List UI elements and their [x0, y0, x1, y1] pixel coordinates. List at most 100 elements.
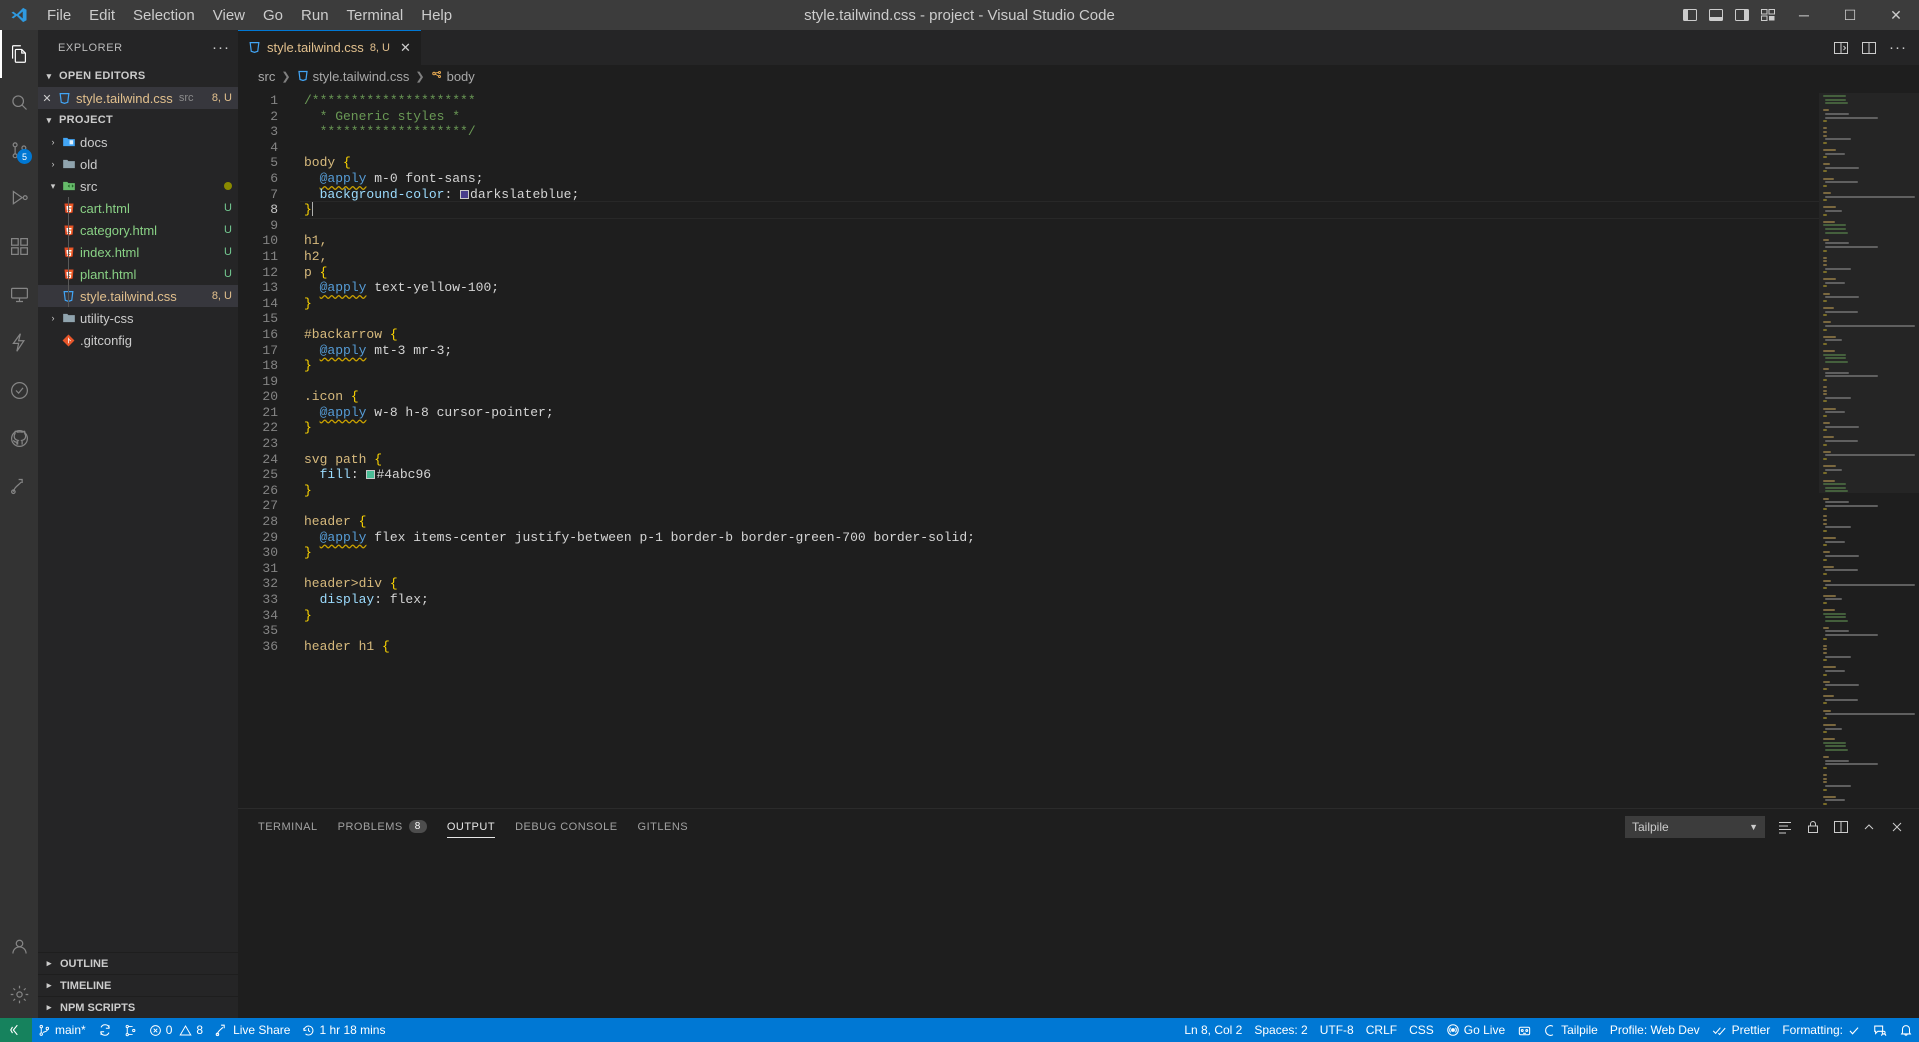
code-editor[interactable]: 1 2 3 4 5 6 7 8 9 10 11 12 13 14 15 16 17 18 19 20 21 22 23 24 2…	[238, 87, 1919, 808]
status-gitlens[interactable]	[118, 1018, 143, 1042]
chevron-right-icon[interactable]: ›	[46, 159, 60, 169]
status-editor-position[interactable]: Ln 8, Col 2	[1178, 1018, 1248, 1042]
activity-remote-explorer-icon[interactable]	[0, 270, 38, 318]
breadcrumb-symbol[interactable]: body	[447, 69, 475, 84]
code-line[interactable]: }	[300, 296, 1819, 312]
tree-item-utility-css[interactable]: › utility-css	[38, 307, 238, 329]
accounts-icon[interactable]	[0, 922, 38, 970]
activity-run-debug-icon[interactable]	[0, 174, 38, 222]
status-profile[interactable]: Profile: Web Dev	[1604, 1018, 1706, 1042]
code-line[interactable]	[300, 140, 1819, 156]
code-line[interactable]: }	[300, 358, 1819, 374]
code-line[interactable]: h2,	[300, 249, 1819, 265]
minimize-button[interactable]: ─	[1781, 0, 1827, 30]
code-line[interactable]: fill: #4abc96	[300, 467, 1819, 483]
code-line[interactable]	[300, 623, 1819, 639]
status-sync-changes[interactable]	[92, 1018, 118, 1042]
code-line[interactable]: }	[300, 201, 1819, 219]
status-branch[interactable]: main*	[32, 1018, 92, 1042]
code-line[interactable]: body {	[300, 155, 1819, 171]
panel-tab-terminal[interactable]: TERMINAL	[258, 809, 318, 844]
color-swatch[interactable]	[366, 470, 376, 480]
status-encoding[interactable]: UTF-8	[1314, 1018, 1360, 1042]
code-line[interactable]: header>div {	[300, 576, 1819, 592]
open-editor-item[interactable]: ✕ style.tailwind.css src 8, U	[38, 87, 238, 109]
more-actions-icon[interactable]: ···	[1889, 39, 1907, 56]
activity-test-explorer-icon[interactable]	[0, 366, 38, 414]
code-line[interactable]: * Generic styles *	[300, 109, 1819, 125]
code-line[interactable]: svg path {	[300, 452, 1819, 468]
panel-tab-output[interactable]: OUTPUT	[446, 809, 496, 844]
lock-icon[interactable]	[1805, 819, 1821, 835]
activity-search-icon[interactable]	[0, 78, 38, 126]
project-section-header[interactable]: ▾ PROJECT	[38, 109, 238, 131]
maximize-button[interactable]: ☐	[1827, 0, 1873, 30]
code-line[interactable]	[300, 498, 1819, 514]
code-line[interactable]: @apply m-0 font-sans;	[300, 171, 1819, 187]
code-line[interactable]	[300, 561, 1819, 577]
activity-source-control-icon[interactable]: 5	[0, 126, 38, 174]
toggle-panel-icon[interactable]	[1703, 0, 1729, 30]
menu-view[interactable]: View	[204, 3, 254, 28]
close-icon[interactable]: ✕	[38, 92, 56, 105]
status-time-tracker[interactable]: 1 hr 18 mins	[296, 1018, 391, 1042]
code-line[interactable]	[300, 311, 1819, 327]
tab-style-tailwind-css[interactable]: style.tailwind.css 8, U ✕	[238, 30, 422, 65]
maximize-panel-icon[interactable]	[1861, 819, 1877, 835]
activity-explorer-icon[interactable]	[0, 30, 38, 78]
tree-item-src[interactable]: ▾ src	[38, 175, 238, 197]
status-formatting[interactable]: Formatting:	[1776, 1018, 1867, 1042]
menu-terminal[interactable]: Terminal	[338, 3, 413, 28]
status-eol[interactable]: CRLF	[1360, 1018, 1403, 1042]
menu-help[interactable]: Help	[412, 3, 461, 28]
open-editors-section-header[interactable]: ▾ OPEN EDITORS	[38, 65, 238, 87]
status-live-share[interactable]: Live Share	[209, 1018, 296, 1042]
panel-tab-problems[interactable]: PROBLEMS 8	[338, 809, 427, 844]
tree-item-index-html[interactable]: index.html U	[38, 241, 238, 263]
code-line[interactable]: .icon {	[300, 389, 1819, 405]
code-line[interactable]	[300, 218, 1819, 234]
code-line[interactable]: @apply text-yellow-100;	[300, 280, 1819, 296]
tree-item-cart-html[interactable]: cart.html U	[38, 197, 238, 219]
menu-edit[interactable]: Edit	[80, 3, 124, 28]
panel-tab-gitlens[interactable]: GITLENS	[638, 809, 689, 844]
code-line[interactable]: /*********************	[300, 93, 1819, 109]
code-line[interactable]: background-color: darkslateblue;	[300, 187, 1819, 203]
toggle-secondary-sidebar-icon[interactable]	[1729, 0, 1755, 30]
code-line[interactable]: }	[300, 483, 1819, 499]
code-line[interactable]: *******************/	[300, 124, 1819, 140]
tree-item-gitconfig[interactable]: .gitconfig	[38, 329, 238, 351]
activity-thunder-client-icon[interactable]	[0, 318, 38, 366]
code-line[interactable]: header h1 {	[300, 639, 1819, 655]
breadcrumb-file[interactable]: style.tailwind.css	[313, 69, 410, 84]
minimap[interactable]	[1819, 87, 1919, 808]
chevron-right-icon[interactable]: ›	[46, 137, 60, 147]
status-prettier[interactable]: Prettier	[1706, 1018, 1777, 1042]
activity-live-share-icon[interactable]	[0, 462, 38, 510]
remote-indicator[interactable]	[0, 1018, 32, 1042]
tree-item-plant-html[interactable]: plant.html U	[38, 263, 238, 285]
menu-run[interactable]: Run	[292, 3, 338, 28]
close-button[interactable]: ✕	[1873, 0, 1919, 30]
customize-layout-icon[interactable]	[1755, 0, 1781, 30]
tab-close-icon[interactable]: ✕	[400, 40, 411, 56]
code-line[interactable]: header {	[300, 514, 1819, 530]
status-notifications[interactable]	[1893, 1018, 1919, 1042]
code-line[interactable]	[300, 436, 1819, 452]
toggle-primary-sidebar-icon[interactable]	[1677, 0, 1703, 30]
code-line[interactable]: #backarrow {	[300, 327, 1819, 343]
code-line[interactable]: }	[300, 420, 1819, 436]
layout-icon[interactable]	[1861, 40, 1877, 56]
split-panel-icon[interactable]	[1833, 819, 1849, 835]
code-line[interactable]	[300, 374, 1819, 390]
activity-github-icon[interactable]	[0, 414, 38, 462]
status-indentation[interactable]: Spaces: 2	[1248, 1018, 1313, 1042]
sidebar-more-actions-icon[interactable]: ···	[212, 39, 230, 56]
code-line[interactable]: }	[300, 608, 1819, 624]
menu-go[interactable]: Go	[254, 3, 292, 28]
tree-item-docs[interactable]: › docs	[38, 131, 238, 153]
status-language-mode[interactable]: CSS	[1403, 1018, 1440, 1042]
code-line[interactable]: @apply w-8 h-8 cursor-pointer;	[300, 405, 1819, 421]
code-line[interactable]: @apply flex items-center justify-between…	[300, 530, 1819, 546]
code-line[interactable]: h1,	[300, 233, 1819, 249]
